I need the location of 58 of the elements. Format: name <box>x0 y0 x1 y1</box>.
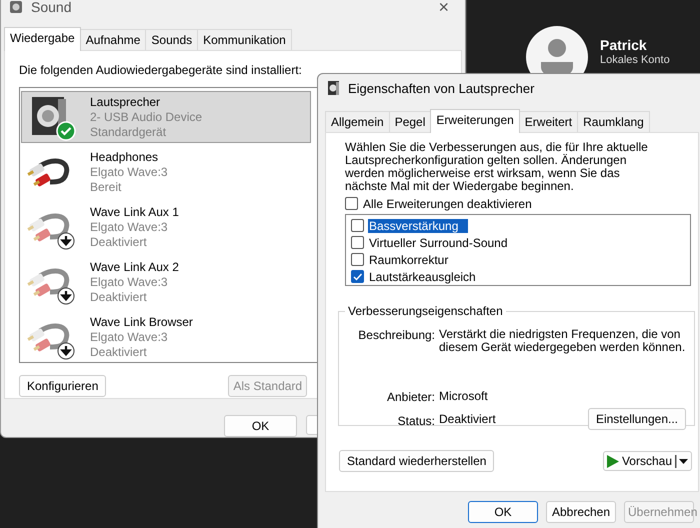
device-name: Wave Link Browser <box>90 315 193 329</box>
dialog-title: Eigenschaften von Lautsprecher <box>348 80 534 96</box>
device-description: 2- USB Audio Device <box>90 110 202 124</box>
device-status: Deaktiviert <box>90 235 148 249</box>
tab[interactable]: Erweiterungen <box>430 109 520 133</box>
speaker-icon <box>328 81 340 95</box>
device-name: Headphones <box>90 150 160 164</box>
tab[interactable]: Wiedergabe <box>4 27 81 51</box>
tab[interactable]: Raumklang <box>577 111 650 132</box>
list-item[interactable]: Raumkorrektur <box>368 252 450 266</box>
checkbox[interactable] <box>351 270 364 283</box>
device-name: Wave Link Aux 2 <box>90 260 179 274</box>
device-description: Elgato Wave:3 <box>90 220 169 234</box>
account-name: Patrick <box>600 36 648 52</box>
window-title: Sound <box>31 0 72 15</box>
device-name: Lautsprecher <box>90 95 162 109</box>
checkbox[interactable] <box>351 236 364 249</box>
status-value: Deaktiviert <box>439 412 496 426</box>
restore-defaults-button[interactable]: Standard wiederherstellen <box>339 450 494 472</box>
tab[interactable]: Kommunikation <box>197 29 292 50</box>
device-item[interactable]: Headphones Elgato Wave:3 Bereit <box>21 146 311 198</box>
checkbox[interactable] <box>345 197 358 210</box>
dropdown-arrow-icon <box>675 454 689 468</box>
checkmark-icon <box>353 272 362 280</box>
checkbox-label: Alle Erweiterungen deaktivieren <box>362 196 533 210</box>
device-description: Elgato Wave:3 <box>90 275 169 289</box>
device-name: Wave Link Aux 1 <box>90 205 179 219</box>
device-description: Elgato Wave:3 <box>90 165 168 179</box>
play-icon <box>606 454 619 468</box>
list-item[interactable]: Bassverstärkung <box>368 218 468 232</box>
checkbox[interactable] <box>351 253 364 266</box>
device-status: Deaktiviert <box>90 290 148 304</box>
settings-button[interactable]: Einstellungen... <box>588 408 686 430</box>
device-description: Elgato Wave:3 <box>90 330 169 344</box>
provider-value: Microsoft <box>439 390 489 404</box>
close-button[interactable]: × <box>430 0 457 18</box>
group-title: Verbesserungseigenschaften <box>345 304 506 318</box>
device-status: Deaktiviert <box>90 345 148 359</box>
preview-button[interactable]: Vorschau <box>602 451 692 471</box>
instruction-text: Wählen Sie die Verbesserungen aus, die für Ihre aktuelle Lautsprecherkonfiguration gelten sollen. Änderungen werden möglicherweise erst wirksam, wenn Sie das nächste Mal mit der Wiedergabe beginnen. <box>345 141 649 193</box>
device-item[interactable]: Lautsprecher 2- USB Audio Device Standardgerät <box>21 91 311 143</box>
dialog-button[interactable]: Abbrechen <box>546 501 616 523</box>
checkbox[interactable] <box>351 219 364 232</box>
account-type: Lokales Konto <box>600 54 670 66</box>
ok-button[interactable]: OK <box>468 501 538 523</box>
instruction-text: Die folgenden Audiowiedergabegeräte sind installiert: <box>19 63 303 77</box>
description-text: Verstärkt die niedrigsten Frequenzen, die von diesem Gerät wiedergegeben werden können. <box>439 328 686 354</box>
ok-button[interactable]: OK <box>224 415 297 437</box>
field-label: Status: <box>396 414 435 430</box>
field-label: Anbieter: <box>386 390 435 404</box>
field-label: Beschreibung: <box>357 328 435 344</box>
list-item[interactable]: Virtueller Surround-Sound <box>368 236 509 250</box>
list-item[interactable]: Lautstärkeausgleich <box>368 270 477 284</box>
device-status: Bereit <box>90 180 122 194</box>
device-status: Standardgerät <box>90 125 168 139</box>
tab[interactable]: Allgemein <box>325 111 390 132</box>
speaker-icon <box>9 0 23 14</box>
configure-button[interactable]: Konfigurieren <box>19 375 106 397</box>
